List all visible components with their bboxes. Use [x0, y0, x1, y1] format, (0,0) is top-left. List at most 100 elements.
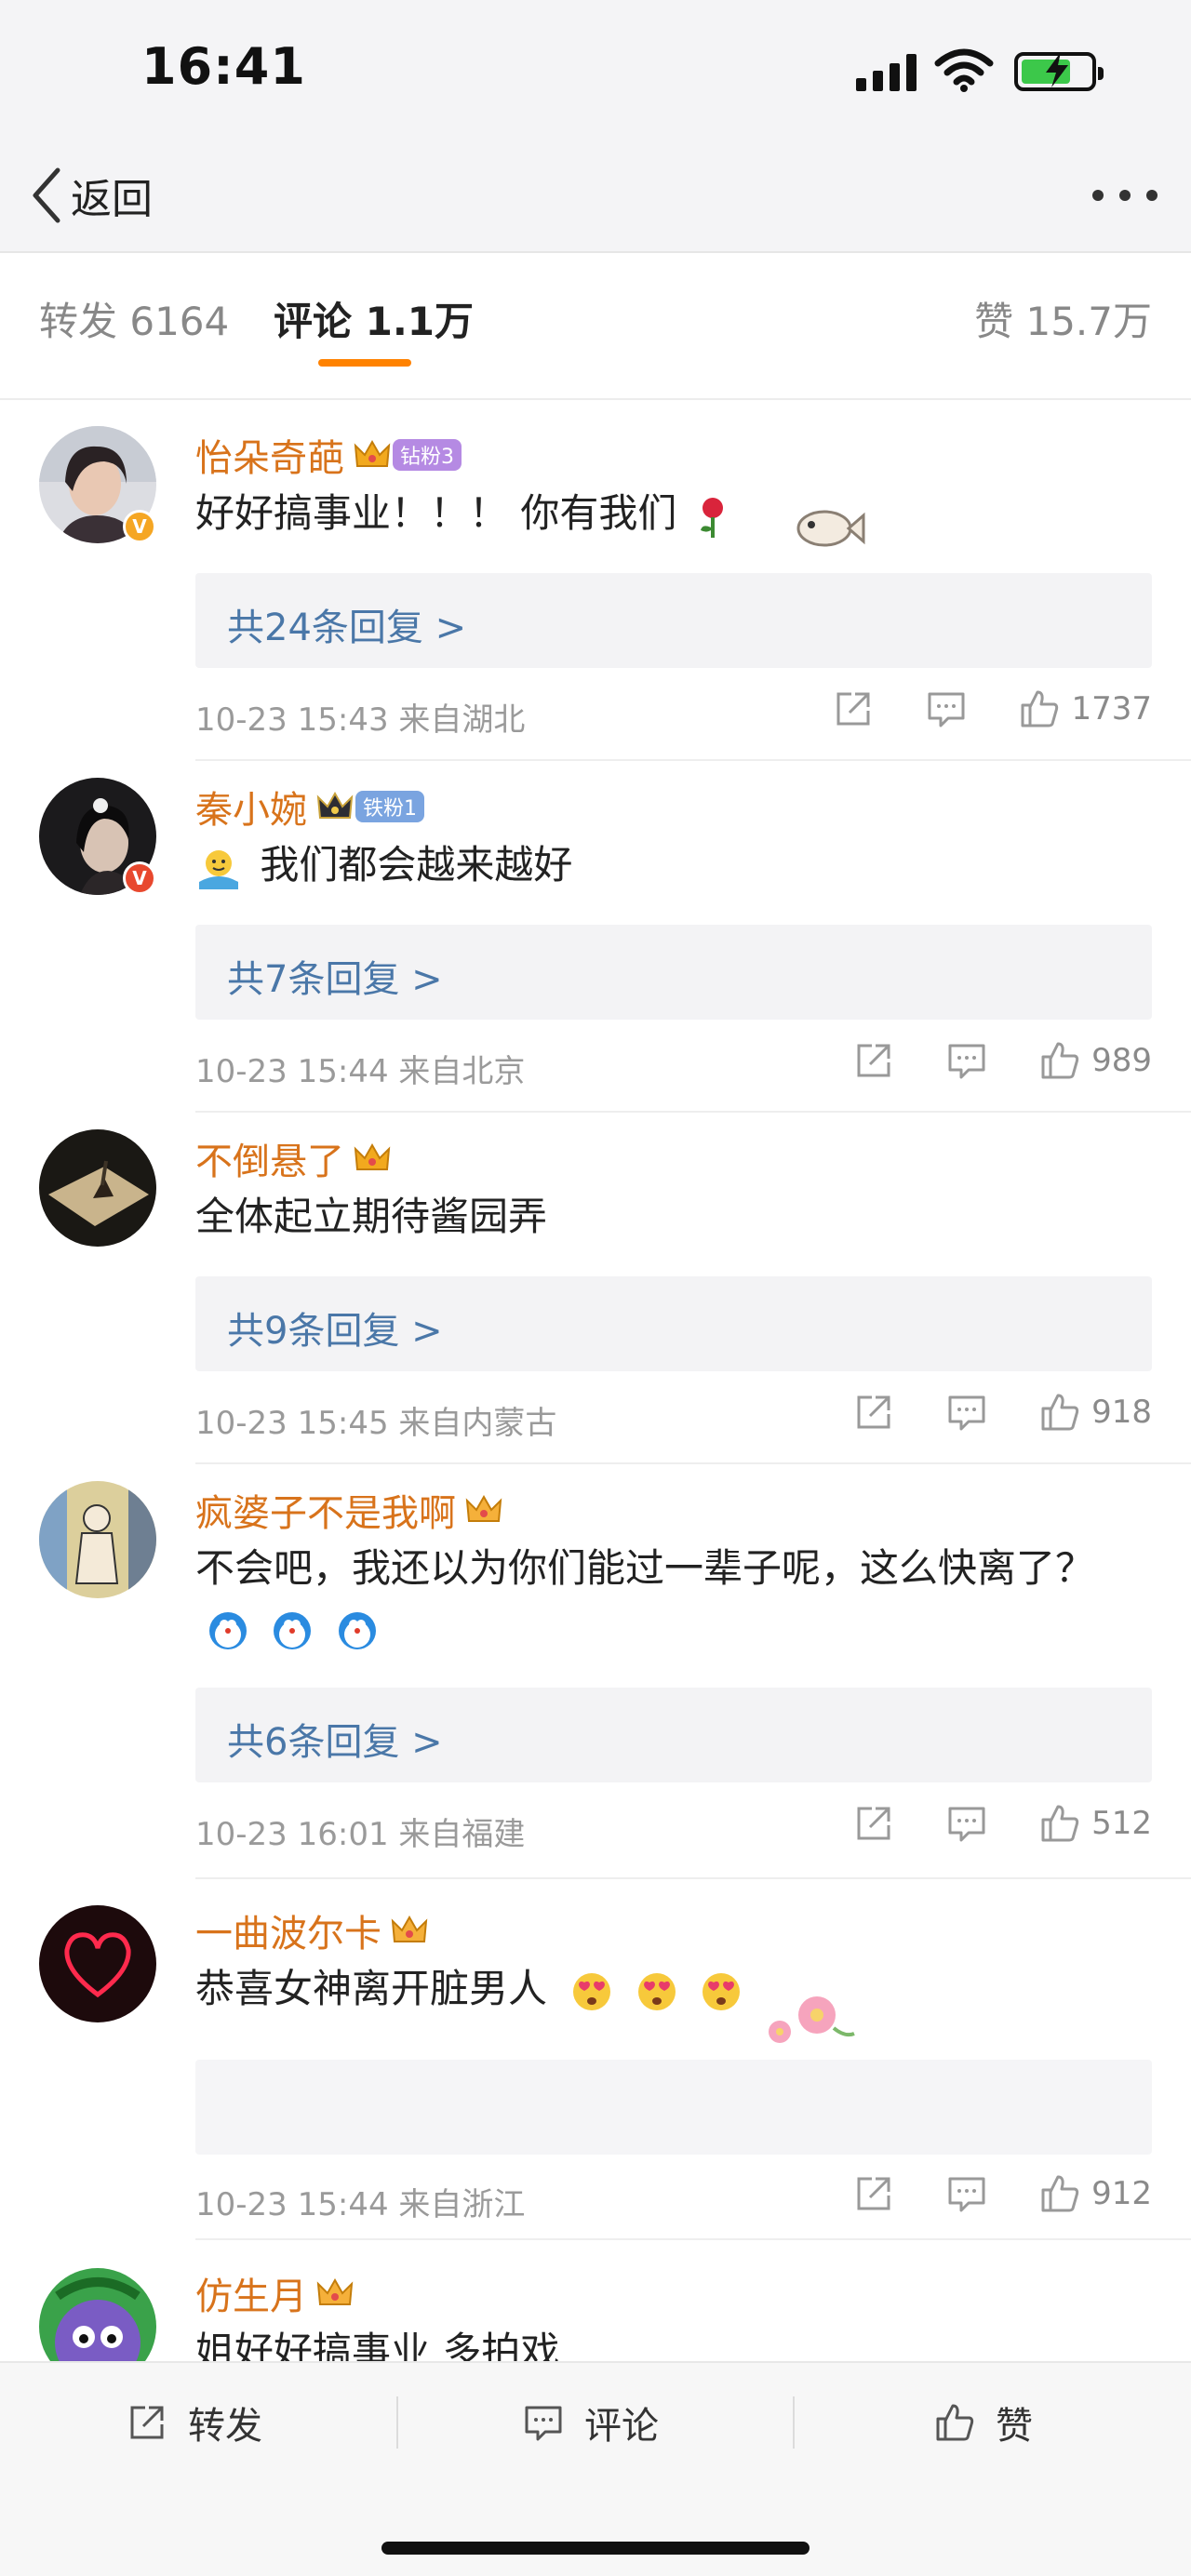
username[interactable]: 不倒悬了 [195, 1131, 344, 1185]
username-row: 不倒悬了 [195, 1135, 391, 1183]
doraemon-emoji-icon [274, 1611, 312, 1649]
username[interactable]: 怡朵奇葩 [195, 428, 344, 482]
verified-badge-icon: V [123, 510, 156, 543]
comment-text: 不会吧，我还以为你们能过一辈子呢，这么快离了？ [195, 1539, 1107, 1658]
replies-link[interactable]: 共7条回复 > [195, 925, 1152, 1020]
list-top-divider [0, 398, 1191, 400]
thumbs-up-icon[interactable] [1039, 2173, 1080, 2214]
fish-sticker-icon [796, 510, 865, 547]
like-count: 912 [1091, 2175, 1152, 2212]
comment-meta: 10-23 15:44 来自浙江 [195, 2186, 526, 2223]
comment-actions: 918 [853, 1392, 1152, 1433]
tab-bar: 转发 6164 评论 1.1万 赞 15.7万 [0, 253, 1191, 372]
verified-badge-icon: V [123, 861, 156, 895]
avatar[interactable] [39, 2268, 156, 2361]
replies-count: 共9条回复 > [227, 1310, 443, 1353]
crown-icon [391, 1915, 428, 1942]
back-button[interactable]: 返回 [28, 158, 153, 233]
comment-button[interactable]: 评论 [523, 2395, 659, 2450]
comment-icon[interactable] [946, 1803, 987, 1844]
replies-link[interactable]: 共6条回复 > [195, 1688, 1152, 1782]
crown-icon [465, 1494, 502, 1522]
thumbs-up-icon [936, 2404, 974, 2441]
more-dot-icon [1119, 190, 1131, 201]
thumbs-up-icon[interactable] [1019, 688, 1060, 729]
comment-item: 仿生月 姐好好搞事业 多拍戏 [0, 2251, 1191, 2361]
comment-meta: 10-23 15:45 来自内蒙古 [195, 1405, 557, 1442]
avatar[interactable] [39, 1129, 156, 1247]
replies-placeholder [195, 2060, 1152, 2155]
toolbar-divider [793, 2396, 795, 2449]
status-time: 16:41 [141, 37, 306, 96]
username-row: 秦小婉 铁粉1 [195, 783, 424, 832]
replies-count: 共6条回复 > [227, 1721, 443, 1764]
comment-text: 恭喜女神离开脏男人 [195, 1959, 1126, 2019]
tab-repost[interactable]: 转发 6164 [39, 290, 229, 347]
comment-icon[interactable] [926, 688, 967, 729]
share-icon[interactable] [853, 1803, 894, 1844]
comment-text: 我们都会越来越好 [195, 835, 1126, 895]
comment-meta: 10-23 15:44 来自北京 [195, 1053, 526, 1090]
share-icon[interactable] [853, 1392, 894, 1433]
comment-text-content: 我们都会越来越好 [260, 842, 573, 888]
hug-emoji-icon [199, 849, 238, 889]
comment-text-content: 恭喜女神离开脏男人 [195, 1966, 548, 2011]
like-button[interactable]: 赞 [934, 2395, 1033, 2450]
comment-divider [195, 2238, 1191, 2240]
comment-text: 姐好好搞事业 多拍戏 [195, 2322, 1126, 2361]
comment-actions: 1737 [833, 688, 1152, 729]
heart-eyes-emoji-icon [637, 1972, 676, 2010]
flower-sticker-icon [769, 1996, 855, 2043]
replies-link[interactable]: 共9条回复 > [195, 1276, 1152, 1371]
wifi-icon [934, 48, 994, 92]
back-label: 返回 [71, 176, 153, 223]
share-icon[interactable] [853, 1040, 894, 1081]
username-row: 怡朵奇葩 钻粉3 [195, 432, 462, 480]
thumbs-up-icon[interactable] [1039, 1803, 1080, 1844]
cellular-signal-icon [856, 54, 921, 91]
doraemon-emoji-icon [338, 1611, 376, 1649]
avatar[interactable] [39, 1905, 156, 2022]
active-tab-indicator [318, 359, 411, 367]
home-indicator [381, 2542, 810, 2555]
username-row: 一曲波尔卡 [195, 1907, 428, 1955]
comment-actions: 512 [853, 1803, 1152, 1844]
replies-count: 共24条回复 > [227, 607, 467, 649]
comment-icon[interactable] [946, 1392, 987, 1433]
username[interactable]: 疯婆子不是我啊 [195, 1483, 456, 1537]
more-dot-icon [1146, 190, 1158, 201]
comment-icon[interactable] [946, 1040, 987, 1081]
battery-icon [1014, 52, 1104, 91]
like-count: 918 [1091, 1394, 1152, 1431]
thumbs-up-icon[interactable] [1039, 1040, 1080, 1081]
tab-comments[interactable]: 评论 1.1万 [274, 290, 474, 347]
repost-label: 转发 [188, 2405, 262, 2448]
replies-link[interactable]: 共24条回复 > [195, 573, 1152, 668]
comment-actions: 989 [853, 1040, 1152, 1081]
username[interactable]: 一曲波尔卡 [195, 1903, 381, 1957]
more-options-button[interactable] [1092, 186, 1158, 205]
tab-likes[interactable]: 赞 15.7万 [974, 290, 1152, 347]
comment-text-content: 好好搞事业！！！ 你有我们 [195, 490, 677, 536]
comment-text-content: 全体起立期待酱园弄 [195, 1194, 548, 1239]
chevron-left-icon [33, 167, 60, 223]
comment-label: 评论 [584, 2405, 659, 2448]
username-row: 仿生月 [195, 2270, 354, 2318]
comment-icon[interactable] [946, 2173, 987, 2214]
username[interactable]: 秦小婉 [195, 780, 307, 834]
avatar[interactable] [39, 1481, 156, 1598]
thumbs-up-icon[interactable] [1039, 1392, 1080, 1433]
share-icon[interactable] [833, 688, 874, 729]
comment-meta: 10-23 16:01 来自福建 [195, 1816, 526, 1853]
comment-text: 全体起立期待酱园弄 [195, 1187, 1126, 1247]
more-dot-icon [1092, 190, 1104, 201]
like-count: 1737 [1071, 690, 1152, 727]
username[interactable]: 仿生月 [195, 2266, 307, 2320]
repost-button[interactable]: 转发 [127, 2395, 262, 2450]
comment-icon [525, 2406, 562, 2441]
crown-icon [354, 1142, 391, 1170]
fan-badge: 铁粉1 [355, 791, 424, 822]
share-icon[interactable] [853, 2173, 894, 2214]
comment-divider [195, 1462, 1191, 1464]
comment-text-content: 姐好好搞事业 多拍戏 [195, 2329, 560, 2361]
